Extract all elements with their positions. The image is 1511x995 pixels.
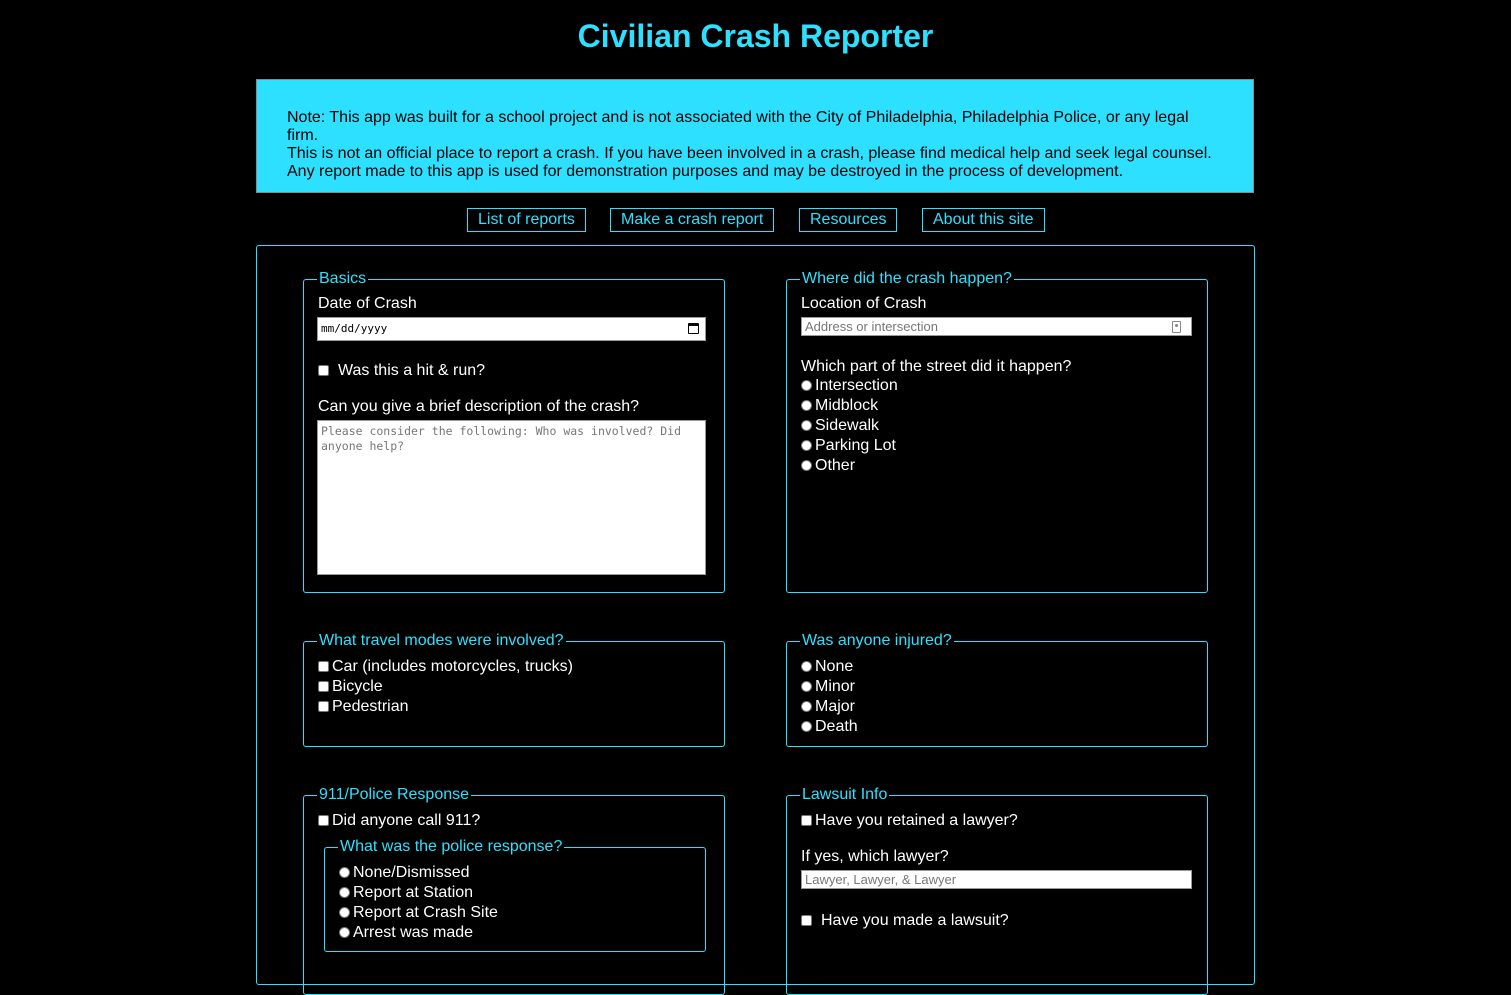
option-label: Car (includes motorcycles, trucks) — [332, 658, 573, 675]
crash-report-form: Basics Date of Crash mm/dd/yyyy Was this… — [256, 245, 1255, 995]
option-label: Sidewalk — [815, 417, 880, 434]
note-line: Note: This app was built for a school pr… — [287, 109, 1189, 144]
checkbox[interactable] — [318, 661, 329, 672]
note-line: This is not an official place to report … — [287, 145, 1212, 162]
location-legend: Where did the crash happen? — [800, 270, 1014, 288]
police-legend: 911/Police Response — [317, 786, 472, 804]
basics-legend: Basics — [317, 270, 369, 288]
injury-legend: Was anyone injured? — [800, 632, 954, 650]
disclaimer-note: Note: This app was built for a school pr… — [256, 79, 1254, 193]
date-label: Date of Crash — [318, 295, 417, 312]
option-label: Major — [815, 698, 856, 715]
nav-resources-button[interactable]: Resources — [799, 208, 898, 232]
option-label: Midblock — [815, 397, 879, 414]
which-lawyer-label: If yes, which lawyer? — [801, 848, 949, 865]
lawsuit-legend: Lawsuit Info — [800, 786, 890, 804]
contact-card-icon[interactable] — [1172, 321, 1181, 333]
travel-modes-legend: What travel modes were involved? — [317, 632, 566, 650]
radio-button[interactable] — [801, 460, 812, 471]
page-title: Civilian Crash Reporter — [577, 18, 934, 54]
description-label: Can you give a brief description of the … — [318, 398, 640, 415]
basics-fieldset: Basics Date of Crash mm/dd/yyyy Was this… — [303, 270, 725, 593]
checkbox[interactable] — [318, 681, 329, 692]
which-lawyer-input[interactable]: Lawyer, Lawyer, & Lawyer — [801, 870, 1192, 889]
injury-fieldset: Was anyone injured? None Minor Major Dea… — [786, 632, 1208, 747]
option-label: None — [815, 658, 854, 675]
lawsuit-fieldset: Lawsuit Info Have you retained a lawyer?… — [786, 786, 1208, 995]
option-label: Death — [815, 718, 858, 735]
checkbox[interactable] — [318, 701, 329, 712]
checkbox[interactable] — [318, 815, 329, 826]
location-placeholder: Address or intersection — [805, 319, 938, 334]
option-label: Bicycle — [332, 678, 383, 695]
nav-about-button[interactable]: About this site — [922, 208, 1045, 232]
nav-make-report-button[interactable]: Make a crash report — [610, 208, 775, 232]
location-input[interactable]: Address or intersection — [801, 317, 1192, 336]
police-response-legend: What was the police response? — [338, 838, 565, 856]
radio-button[interactable] — [801, 661, 812, 672]
police-fieldset: 911/Police Response Did anyone call 911?… — [303, 786, 725, 995]
date-input[interactable]: mm/dd/yyyy — [317, 317, 706, 341]
location-fieldset: Where did the crash happen? Location of … — [786, 270, 1208, 593]
main-nav: List of reports Make a crash report Reso… — [0, 208, 1511, 232]
radio-button[interactable] — [801, 420, 812, 431]
police-response-fieldset: What was the police response? None/Dismi… — [324, 838, 706, 952]
radio-button[interactable] — [339, 907, 350, 918]
radio-button[interactable] — [801, 440, 812, 451]
option-label: Intersection — [815, 377, 898, 394]
radio-button[interactable] — [339, 867, 350, 878]
option-label: Minor — [815, 678, 856, 695]
description-textarea[interactable]: Please consider the following: Who was i… — [317, 420, 706, 575]
option-label: None/Dismissed — [353, 864, 470, 881]
option-label: Parking Lot — [815, 437, 896, 454]
option-label: Report at Station — [353, 884, 474, 901]
note-line: Any report made to this app is used for … — [287, 163, 1124, 180]
radio-button[interactable] — [801, 681, 812, 692]
calendar-icon[interactable] — [688, 323, 699, 334]
hit-run-label: Was this a hit & run? — [338, 362, 486, 379]
option-label: Pedestrian — [332, 698, 409, 715]
option-label: Have you retained a lawyer? — [815, 812, 1018, 829]
street-part-label: Which part of the street did it happen? — [801, 358, 1072, 375]
lawsuit-made-checkbox[interactable] — [801, 915, 812, 926]
date-placeholder: mm/dd/yyyy — [321, 322, 388, 335]
location-label: Location of Crash — [801, 295, 927, 312]
hit-run-checkbox[interactable] — [318, 365, 329, 376]
option-label: Other — [815, 457, 856, 474]
radio-button[interactable] — [801, 701, 812, 712]
travel-modes-fieldset: What travel modes were involved? Car (in… — [303, 632, 725, 747]
option-label: Arrest was made — [353, 924, 474, 941]
radio-button[interactable] — [801, 400, 812, 411]
nav-list-reports-button[interactable]: List of reports — [467, 208, 586, 232]
radio-button[interactable] — [339, 887, 350, 898]
checkbox[interactable] — [801, 815, 812, 826]
lawsuit-made-label: Have you made a lawsuit? — [821, 912, 1009, 929]
option-label: Report at Crash Site — [353, 904, 498, 921]
radio-button[interactable] — [801, 721, 812, 732]
option-label: Did anyone call 911? — [332, 812, 481, 829]
radio-button[interactable] — [339, 927, 350, 938]
radio-button[interactable] — [801, 380, 812, 391]
